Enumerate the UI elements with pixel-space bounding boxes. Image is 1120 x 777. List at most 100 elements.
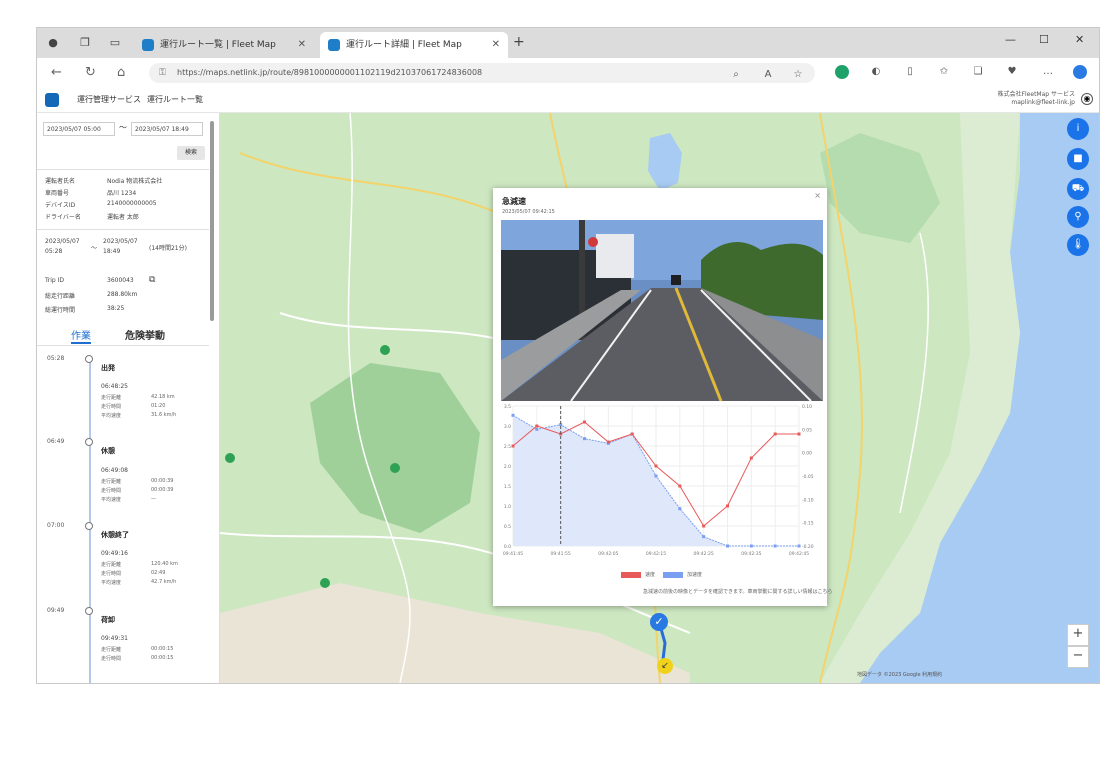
- speed-point: [773, 432, 777, 436]
- copy-icon[interactable]: ⧉: [149, 275, 155, 285]
- account-icon[interactable]: ◉: [1081, 93, 1093, 105]
- tab-route-detail[interactable]: 運行ルート詳細 | Fleet Map ✕: [320, 32, 508, 58]
- new-tab-button[interactable]: +: [513, 34, 525, 50]
- nav-route-list[interactable]: 運行ルート一覧: [147, 88, 203, 112]
- close-tab-icon[interactable]: ✕: [492, 32, 500, 58]
- zoom-icon[interactable]: ⌕: [729, 68, 743, 82]
- more-menu-icon[interactable]: …: [1041, 65, 1055, 79]
- timeline-row: 走行時間 01:20: [101, 403, 166, 410]
- speed-point: [678, 484, 682, 488]
- timeline-time: 06:49: [47, 438, 65, 445]
- event-popup: 急減速 2023/05/07 09:42:15 × 0.0 0.5 1.0 1.5 2.…: [493, 188, 833, 606]
- tab-actions-icon[interactable]: ▭: [107, 35, 123, 51]
- current-location-pin-icon[interactable]: ✓: [650, 613, 668, 631]
- favorites-icon[interactable]: ✩: [937, 65, 951, 79]
- timeline-row: 走行距離 00:00:39: [101, 478, 174, 485]
- trip-row: 総運行時間 38:25: [45, 305, 125, 314]
- legend-swatch-speed: [621, 572, 641, 578]
- event-marker-icon[interactable]: ↙: [657, 658, 673, 674]
- close-popup-icon[interactable]: ×: [814, 191, 821, 200]
- app-header: 運行管理サービス 運行ルート一覧 株式会社FleetMap サービス mapli…: [37, 88, 1099, 113]
- collections-icon[interactable]: ❐: [77, 35, 93, 51]
- tab-route-list[interactable]: 運行ルート一覧 | Fleet Map ✕: [134, 32, 314, 58]
- trip-row: 総走行距離 288.80km: [45, 291, 138, 300]
- speed-point: [630, 432, 634, 436]
- map-attribution: 地図データ ©2023 Google 利用規約: [857, 672, 943, 678]
- speed-point: [535, 424, 539, 428]
- split-screen-icon[interactable]: ▯: [903, 65, 917, 79]
- close-tab-icon[interactable]: ✕: [298, 32, 306, 58]
- search-button[interactable]: 検索: [177, 146, 205, 160]
- dashcam-video[interactable]: [501, 220, 823, 401]
- favorite-star-icon[interactable]: ☆: [791, 68, 805, 82]
- timeline-row: 平均速度 42.7 km/h: [101, 579, 177, 586]
- tab-work[interactable]: 作業: [71, 327, 91, 344]
- sidebar-scrollbar[interactable]: [210, 121, 214, 321]
- truck-icon[interactable]: ⛟: [1067, 178, 1089, 200]
- trip-period: 2023/05/07 05:28 〜 2023/05/07 18:49 (14時…: [45, 238, 187, 255]
- x-tick: 09:42:05: [598, 551, 618, 557]
- timeline-title: 出発: [101, 364, 115, 372]
- maximize-button[interactable]: ☐: [1039, 33, 1049, 46]
- date-from-input[interactable]: 2023/05/07 05:00: [43, 122, 115, 136]
- pin-icon[interactable]: ⚲: [1067, 206, 1089, 228]
- read-aloud-icon[interactable]: A: [761, 68, 775, 82]
- refresh-icon[interactable]: ↻: [85, 65, 96, 80]
- zoom-in-button[interactable]: +: [1067, 624, 1089, 646]
- camera-icon[interactable]: ■: [1067, 148, 1089, 170]
- timeline-sub: 06:49:08: [101, 467, 128, 474]
- fleetmap-favicon-icon: [328, 39, 340, 51]
- y-tick-left: 3.0: [504, 424, 511, 430]
- accel-point: [654, 474, 658, 478]
- tab-strip: ● ❐ ▭ 運行ルート一覧 | Fleet Map ✕ 運行ルート詳細 | Fl…: [37, 28, 1099, 58]
- info-icon[interactable]: i: [1067, 118, 1089, 140]
- park-marker-icon[interactable]: [320, 578, 330, 588]
- profile-icon[interactable]: ●: [45, 35, 61, 51]
- thermometer-icon[interactable]: 🌡: [1067, 234, 1089, 256]
- extension-icon[interactable]: [835, 65, 849, 79]
- copilot-icon[interactable]: [1073, 65, 1087, 79]
- timeline-title: 荷卸: [101, 616, 115, 624]
- park-marker-icon[interactable]: [390, 463, 400, 473]
- x-tick: 09:41:45: [503, 551, 523, 557]
- accel-point: [678, 507, 682, 511]
- x-tick: 09:42:35: [741, 551, 761, 557]
- nav-service[interactable]: 運行管理サービス: [77, 88, 141, 112]
- collections-icon[interactable]: ❏: [971, 65, 985, 79]
- tab-danger-behavior[interactable]: 危険挙動: [125, 327, 165, 342]
- park-marker-icon[interactable]: [225, 453, 235, 463]
- lock-icon: ⚿: [159, 68, 166, 78]
- home-icon[interactable]: ⌂: [117, 65, 125, 80]
- accel-point: [773, 544, 777, 548]
- y-tick-right: 0.00: [802, 451, 812, 457]
- timeline-row: 走行時間 00:00:15: [101, 655, 174, 662]
- url-text: https://maps.netlink.jp/route/8981000000…: [177, 68, 483, 77]
- x-tick: 09:42:25: [694, 551, 714, 557]
- timeline-row: 走行距離 42.18 km: [101, 394, 175, 401]
- y-tick-right: -0.05: [802, 474, 814, 480]
- timeline-sub: 06:48:25: [101, 383, 128, 390]
- sidebar-tabs: 作業 危険挙動: [37, 325, 209, 346]
- date-to-input[interactable]: 2023/05/07 18:49: [131, 122, 203, 136]
- url-field[interactable]: ⚿ https://maps.netlink.jp/route/89810000…: [149, 63, 815, 83]
- speed-point: [606, 440, 610, 444]
- speed-point: [702, 524, 706, 528]
- back-icon[interactable]: ←: [51, 65, 62, 80]
- timeline-time: 05:28: [47, 355, 65, 362]
- popup-footer-link[interactable]: 急減速の前後の映像とデータを確認できます。車両挙動に関する詳しい情報はこちら: [643, 588, 833, 595]
- park-marker-icon[interactable]: [380, 345, 390, 355]
- extension-icon[interactable]: ◐: [869, 65, 883, 79]
- timeline-sub: 09:49:16: [101, 550, 128, 557]
- speed-point: [749, 456, 753, 460]
- popup-timestamp: 2023/05/07 09:42:15: [502, 209, 555, 215]
- minimize-button[interactable]: —: [1005, 33, 1016, 46]
- app-logo-icon[interactable]: [45, 93, 59, 107]
- fleetmap-favicon-icon: [142, 39, 154, 51]
- zoom-out-button[interactable]: −: [1067, 646, 1089, 668]
- close-window-button[interactable]: ✕: [1075, 33, 1084, 46]
- account-info: 株式会社FleetMap サービス maplink@fleet-link.jp: [998, 91, 1075, 107]
- y-tick-left: 2.5: [504, 444, 511, 450]
- browser-essentials-icon[interactable]: ♥: [1005, 65, 1019, 79]
- y-tick-left: 0.5: [504, 524, 511, 530]
- speed-point: [654, 464, 658, 468]
